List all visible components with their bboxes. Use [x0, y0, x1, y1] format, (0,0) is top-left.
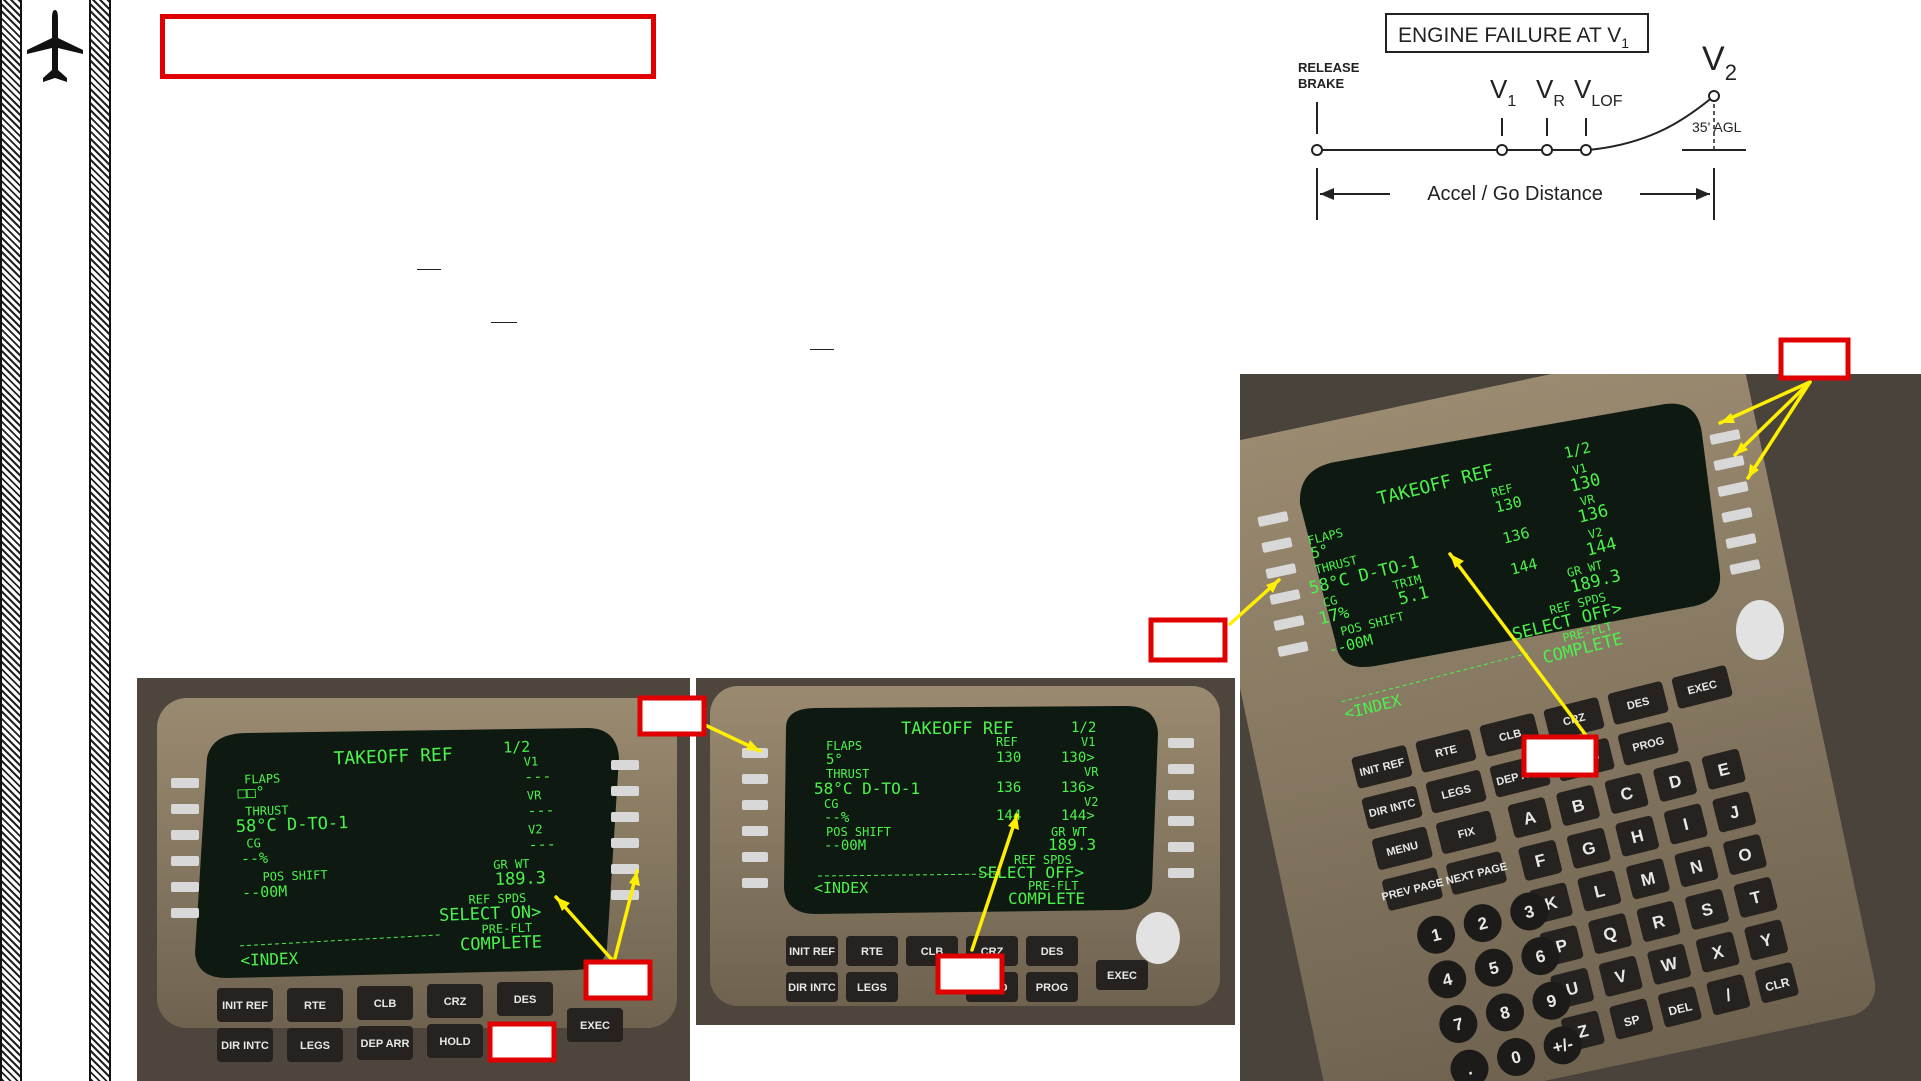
- airplane-icon: [27, 10, 83, 82]
- key-crz: CRZ: [444, 996, 467, 1008]
- blank-line: [417, 269, 441, 270]
- flaps-value: 5°: [826, 752, 843, 768]
- key-prog: PROG: [1036, 982, 1068, 994]
- vr-value: ---: [527, 801, 555, 820]
- thrust-value: 58°C D-TO-1: [814, 779, 920, 798]
- screen-page: 1/2: [503, 738, 531, 757]
- v1-value: 130>: [1061, 750, 1095, 766]
- key-des: DES: [514, 994, 537, 1006]
- key-dep-arr: DEP ARR: [361, 1038, 410, 1050]
- index-prompt: <INDEX: [814, 879, 868, 897]
- key-rte: RTE: [861, 946, 883, 958]
- v1-value: ---: [524, 767, 552, 786]
- release-brake-label-1: RELEASE: [1298, 60, 1360, 75]
- brightness-knob: [1736, 600, 1784, 660]
- vlof-label: VLOF: [1574, 74, 1623, 110]
- pos-shift-value: --00M: [242, 882, 288, 902]
- cg-value: --%: [241, 849, 269, 868]
- key-exec: EXEC: [1107, 970, 1137, 982]
- screen-page: 1/2: [1071, 720, 1096, 736]
- key-legs: LEGS: [857, 982, 887, 994]
- preflt-value: COMPLETE: [1008, 889, 1085, 908]
- v2-label: V2: [1702, 40, 1737, 85]
- cdu-panel-1: TAKEOFF REF 1/2 FLAPS V1 □□° --- THRUST …: [137, 678, 690, 1081]
- thrust-value: 58°C D-TO-1: [235, 813, 348, 837]
- cdu-panel-2: TAKEOFF REF 1/2 FLAPS REF V1 5° 130 130>…: [696, 678, 1235, 1025]
- left-inner-border-stripe: [89, 0, 111, 1081]
- highlight-box: [1148, 617, 1228, 663]
- flaps-label: FLAPS: [826, 739, 862, 753]
- ref-label: REF: [996, 735, 1018, 749]
- brightness-knob: [1136, 912, 1180, 964]
- v2-value: 144>: [1061, 808, 1095, 824]
- key-dir-intc: DIR INTC: [788, 982, 836, 994]
- pos-shift-label: POS SHIFT: [826, 825, 891, 839]
- v1-label: V1: [1081, 735, 1095, 749]
- agl-label: 35' AGL: [1692, 119, 1742, 135]
- key-exec: EXEC: [580, 1020, 610, 1032]
- vr-label: VR: [1084, 765, 1099, 779]
- key-clb: CLB: [374, 998, 397, 1010]
- grwt-value: 189.3: [1048, 835, 1096, 854]
- pos-shift-label: POS SHIFT: [262, 868, 327, 884]
- slide-title-box: [160, 14, 656, 79]
- cg-value: --%: [824, 810, 850, 826]
- key-clb: CLB: [921, 946, 944, 958]
- accel-go-distance-label: Accel / Go Distance: [1427, 183, 1603, 205]
- flaps-value: □□°: [237, 783, 265, 802]
- ref-v2: 144: [996, 808, 1021, 824]
- key-init-ref: INIT REF: [222, 1000, 268, 1012]
- release-brake-label-2: BRAKE: [1298, 76, 1345, 91]
- blank-line: [810, 349, 834, 350]
- index-prompt: <INDEX: [240, 949, 299, 970]
- key-hold: HOLD: [976, 982, 1007, 994]
- v2-value: ---: [528, 835, 556, 854]
- screen-title: TAKEOFF REF: [333, 744, 453, 769]
- v2-label: V2: [1084, 795, 1098, 809]
- key-legs: LEGS: [300, 1040, 330, 1052]
- ref-vr: 136: [996, 780, 1021, 796]
- ref-v1: 130: [996, 750, 1021, 766]
- key-crz: CRZ: [981, 946, 1004, 958]
- preflt-value: COMPLETE: [460, 932, 543, 955]
- key-rte: RTE: [304, 1000, 326, 1012]
- pos-shift-value: --00M: [824, 838, 866, 854]
- v1-label: V1: [1490, 74, 1516, 110]
- vr-value: 136>: [1061, 780, 1095, 796]
- vr-label: VR: [1536, 74, 1565, 110]
- key-hold: HOLD: [439, 1036, 470, 1048]
- grwt-value: 189.3: [494, 868, 546, 890]
- diagram-title: ENGINE FAILURE AT V1: [1398, 24, 1629, 51]
- engine-failure-diagram: ENGINE FAILURE AT V1 RELEASE BRAKE V1 VR…: [1298, 13, 1746, 220]
- key-des: DES: [1041, 946, 1064, 958]
- highlight-box: [1778, 337, 1851, 381]
- blank-line: [491, 322, 517, 323]
- left-border-stripe: [0, 0, 22, 1081]
- cg-label: CG: [824, 797, 838, 811]
- key-dir-intc: DIR INTC: [221, 1040, 269, 1052]
- cdu-panel-3: TAKEOFF REF 1/2 FLAPS REF V1 5° 130 130 …: [1240, 374, 1921, 1081]
- key-init-ref: INIT REF: [789, 946, 835, 958]
